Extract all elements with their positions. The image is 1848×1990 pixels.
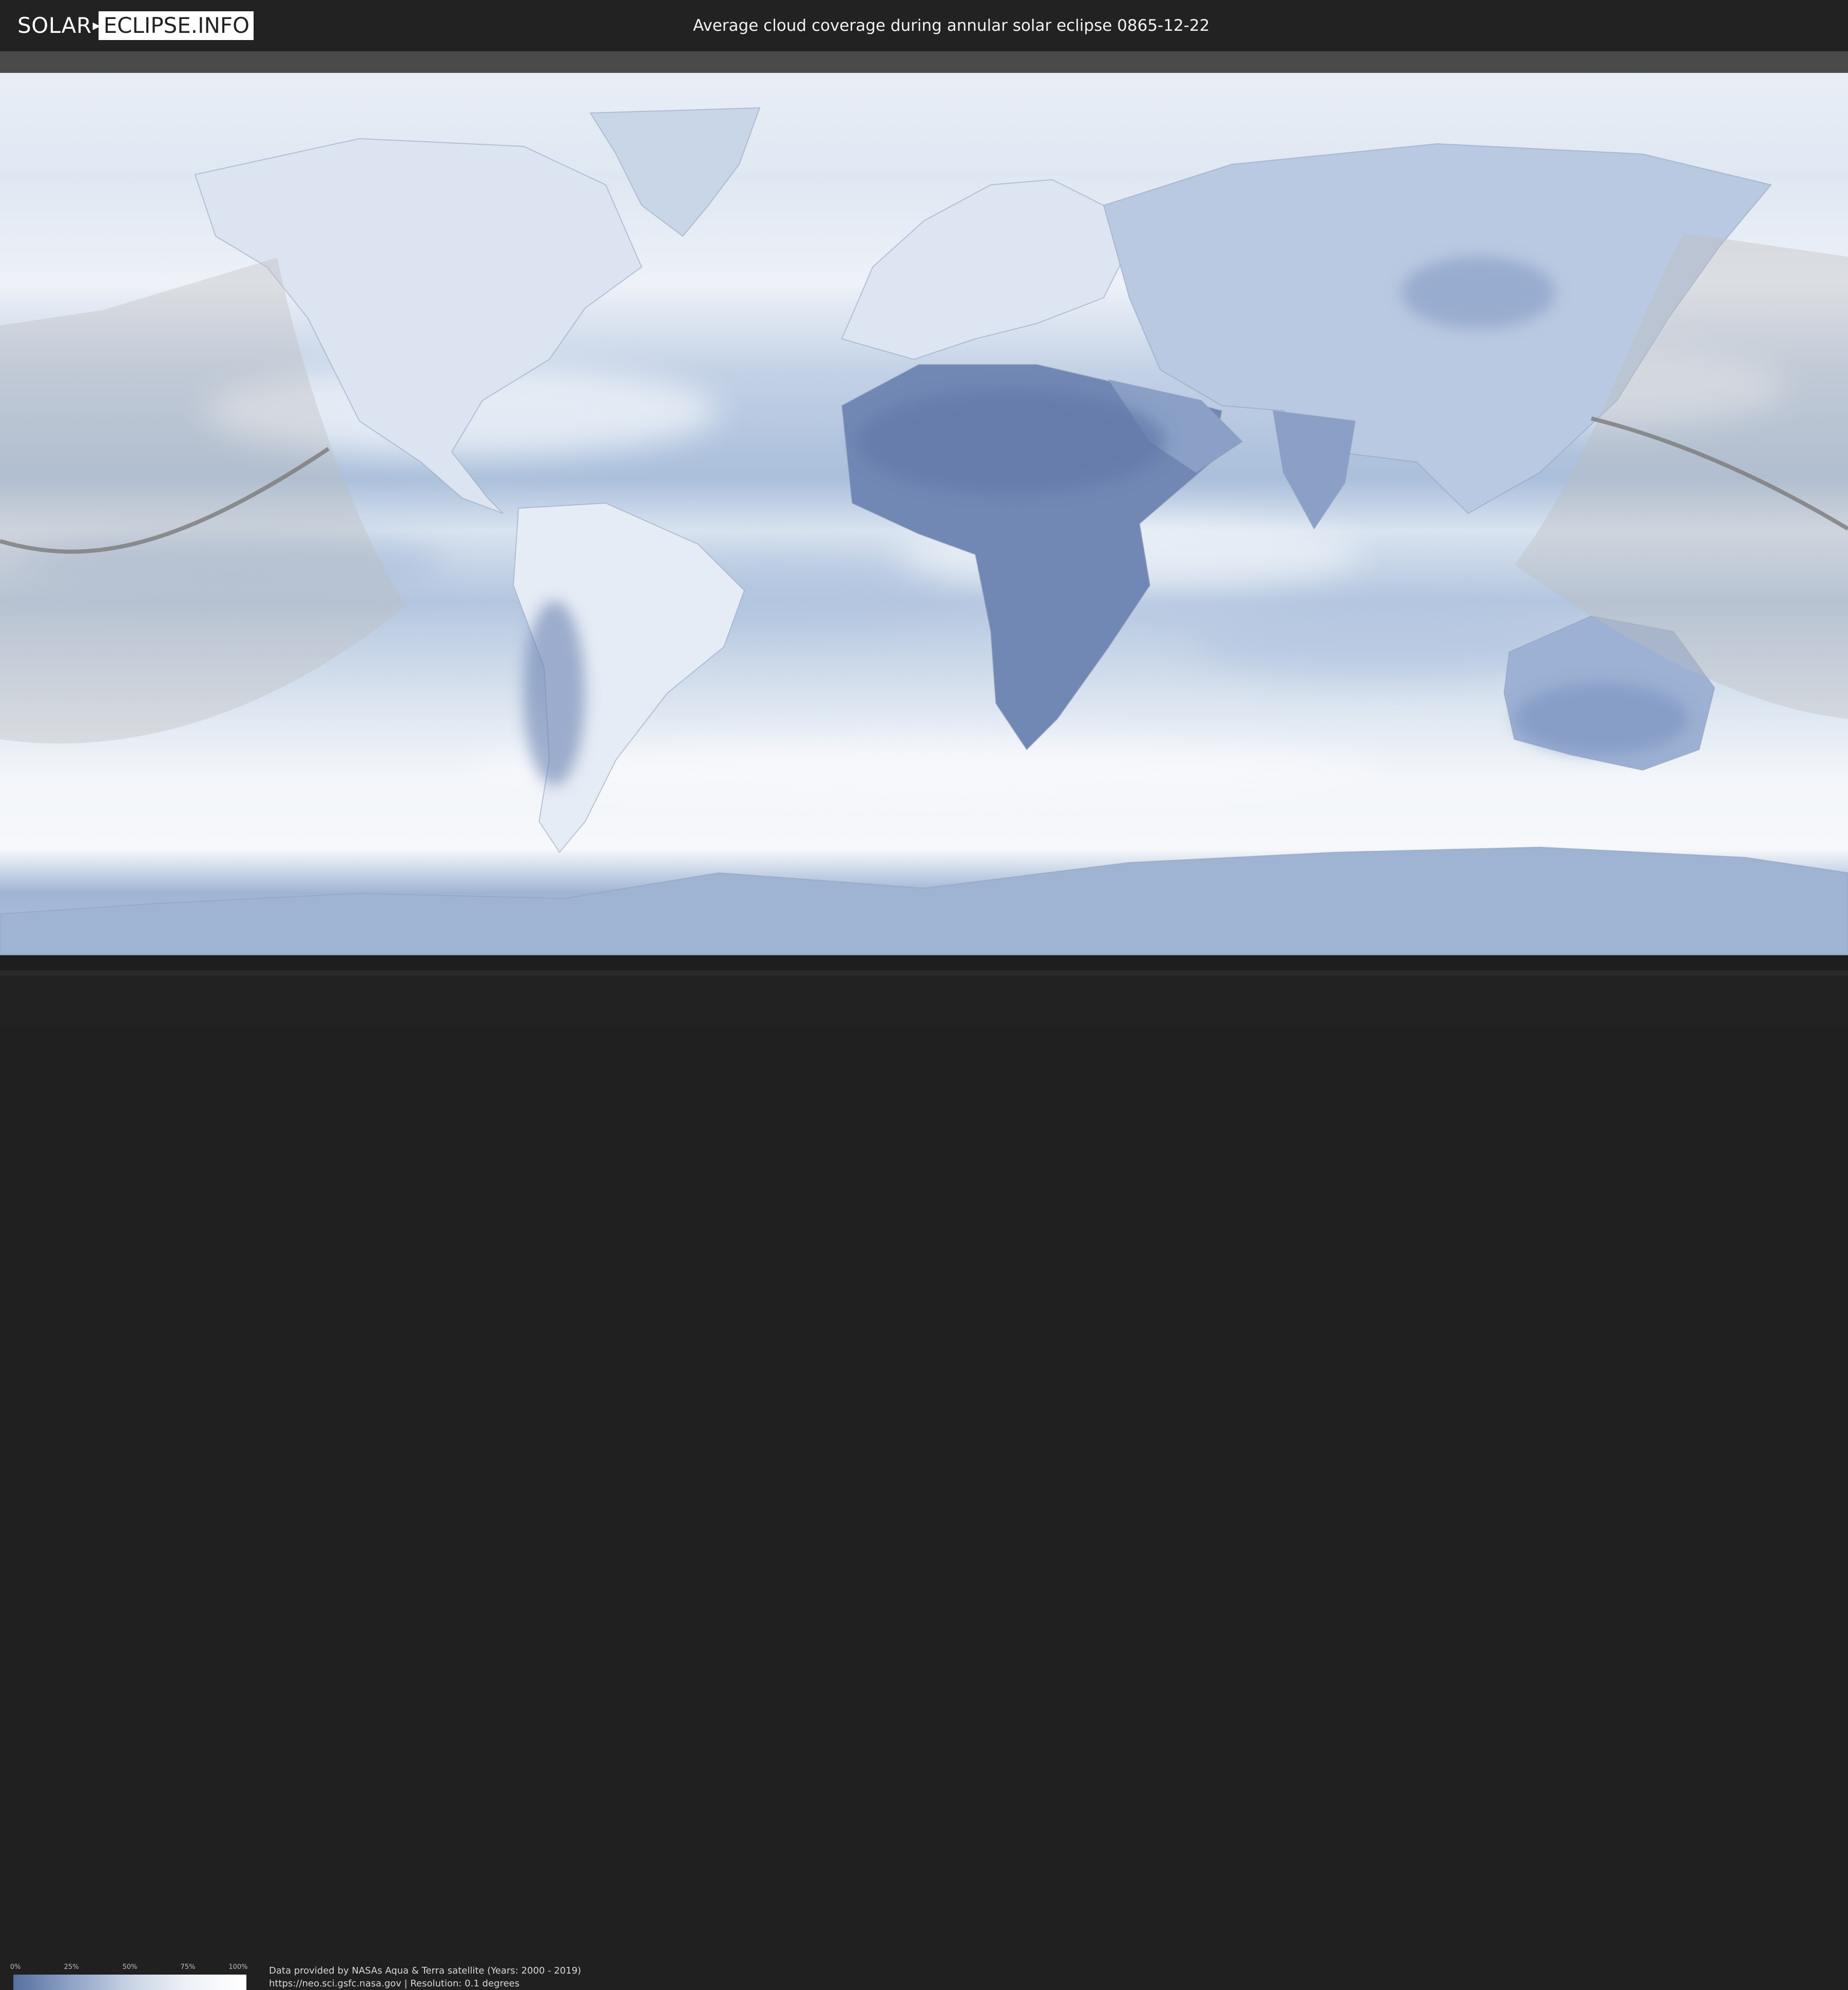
legend-tick-100: 100%	[228, 1963, 248, 1971]
logo-text-eclipse-info: ECLIPSE.INFO	[98, 11, 254, 40]
legend-tick-50: 50%	[122, 1963, 138, 1971]
credits-line-source: Data provided by NASAs Aqua & Terra sate…	[269, 1965, 582, 1976]
logo-text-solar: SOLAR	[17, 13, 92, 38]
credits-line-url: https://neo.sci.gsfc.nasa.gov | Resoluti…	[269, 1978, 519, 1989]
legend-color-bar	[13, 1975, 246, 1990]
legend-tick-75: 75%	[180, 1963, 196, 1971]
data-credits: Data provided by NASAs Aqua & Terra sate…	[269, 1964, 581, 1990]
page-title: Average cloud coverage during annular so…	[693, 16, 1210, 35]
map-bottom-edge	[0, 970, 1848, 975]
site-logo[interactable]: SOLAR ▸ ECLIPSE.INFO	[17, 11, 254, 40]
map-top-edge	[0, 51, 1848, 73]
footer-bar: 0% 25% 50% 75% 100% Data provided by NAS…	[0, 975, 1848, 1990]
legend-tick-0: 0%	[10, 1963, 21, 1971]
coverage-legend: 0% 25% 50% 75% 100%	[10, 1963, 248, 1990]
legend-ticks: 0% 25% 50% 75% 100%	[10, 1963, 248, 1973]
cloud-coverage-map[interactable]	[0, 51, 1848, 975]
legend-tick-25: 25%	[64, 1963, 79, 1971]
header-bar: SOLAR ▸ ECLIPSE.INFO Average cloud cover…	[0, 0, 1848, 51]
